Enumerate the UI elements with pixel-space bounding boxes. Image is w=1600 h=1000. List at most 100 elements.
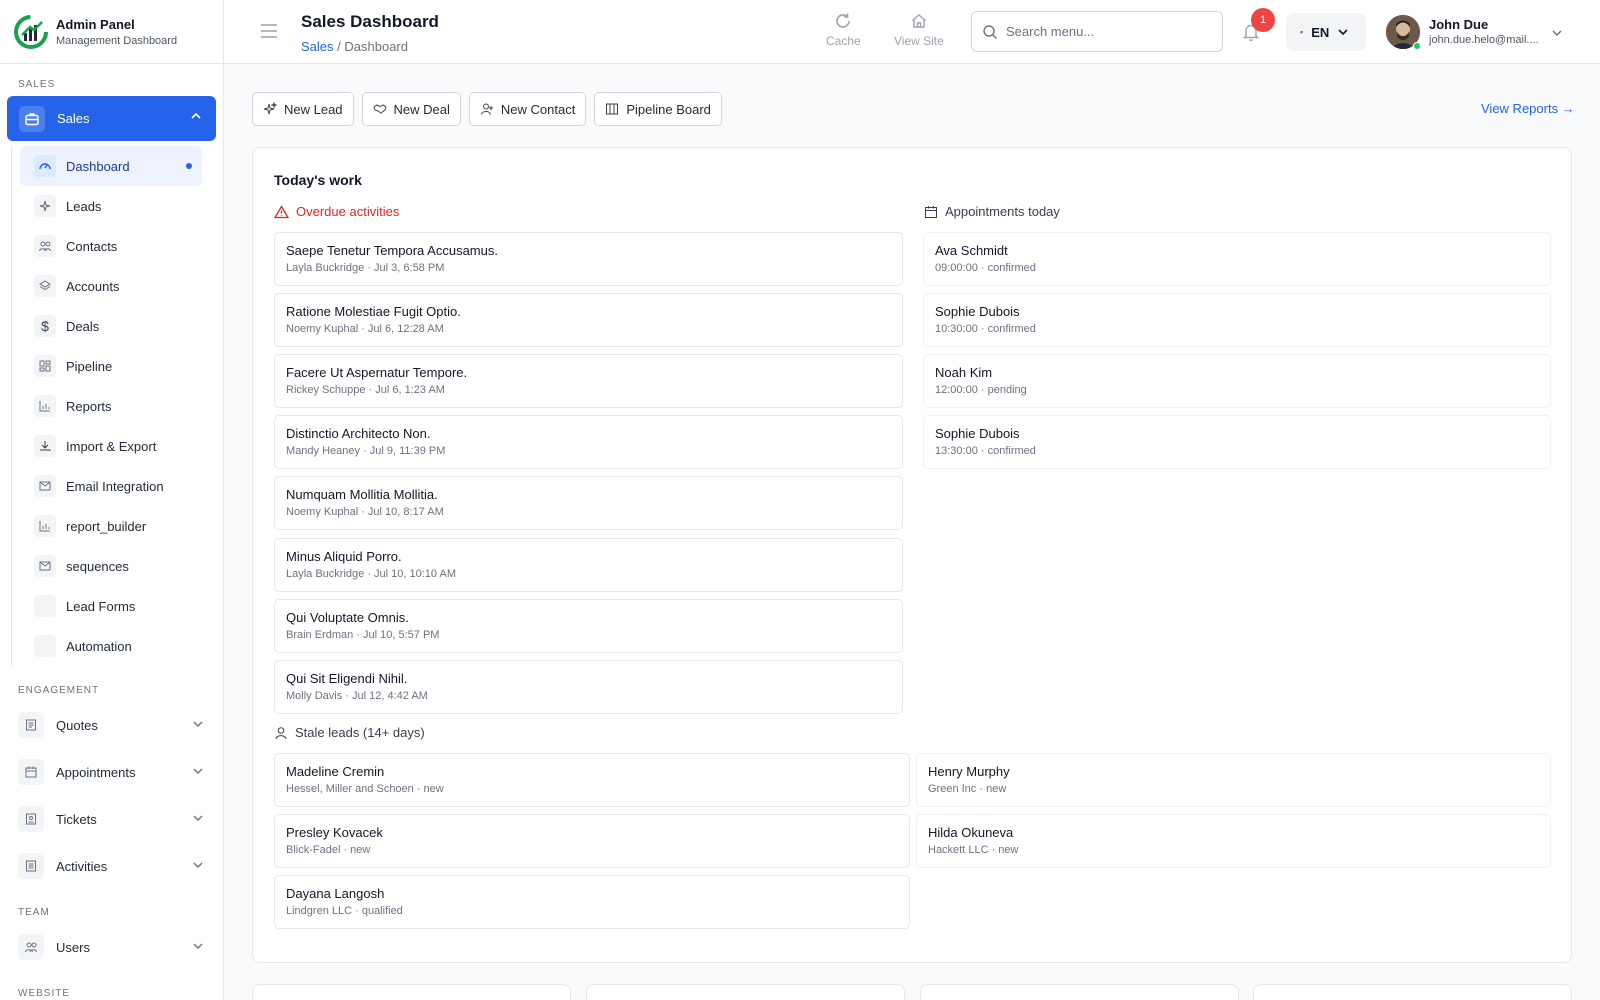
stat-card xyxy=(1253,984,1572,1000)
activity-meta: Molly Davis · Jul 12, 4:42 AM xyxy=(286,690,428,702)
quote-icon xyxy=(18,712,44,738)
sidebar-group-sales[interactable]: Sales xyxy=(7,96,216,141)
sidebar-item-reports[interactable]: Reports xyxy=(12,386,211,426)
sidebar-item-label: Dashboard xyxy=(66,158,130,174)
sidebar-item-automation[interactable]: Automation xyxy=(12,626,211,666)
sidebar-item-label: Import & Export xyxy=(66,438,157,454)
logo-icon xyxy=(14,14,48,49)
overdue-item[interactable]: Facere Ut Aspernatur Tempore. Rickey Sch… xyxy=(274,354,903,408)
appointment-meta: 12:00:00 · pending xyxy=(935,384,1027,396)
pipeline-board-button[interactable]: Pipeline Board xyxy=(594,92,722,126)
sidebar-item-accounts[interactable]: Accounts xyxy=(12,266,211,306)
sidebar-item-pipeline[interactable]: Pipeline xyxy=(12,346,211,386)
sidebar-item-label: Contacts xyxy=(66,238,118,254)
activity-title: Distinctio Architecto Non. xyxy=(286,426,431,441)
chevron-up-icon xyxy=(191,112,201,119)
sidebar-item-label: report_builder xyxy=(66,518,147,534)
sidebar-item-leads[interactable]: Leads xyxy=(12,186,211,226)
sidebar-item-label: Leads xyxy=(66,198,102,214)
user-plus-icon xyxy=(480,103,493,115)
appointment-item[interactable]: Sophie Dubois 10:30:00 · confirmed xyxy=(923,293,1551,347)
sidebar-item-email-integration[interactable]: Email Integration xyxy=(12,466,211,506)
stale-lead-item[interactable]: Henry Murphy Green Inc · new xyxy=(916,753,1551,807)
menu-icon[interactable] xyxy=(260,23,278,39)
overdue-item[interactable]: Minus Aliquid Porro. Layla Buckridge · J… xyxy=(274,538,903,592)
overdue-item[interactable]: Qui Sit Eligendi Nihil. Molly Davis · Ju… xyxy=(274,660,903,714)
stale-lead-item[interactable]: Hilda Okuneva Hackett LLC · new xyxy=(916,814,1551,868)
brand-title: Admin Panel xyxy=(56,16,135,32)
button-label: Pipeline Board xyxy=(626,101,711,117)
user-icon xyxy=(275,726,287,739)
chevron-down-icon[interactable] xyxy=(1550,26,1564,40)
new-deal-button[interactable]: New Deal xyxy=(361,92,461,126)
stat-card xyxy=(586,984,905,1000)
appointment-item[interactable]: Sophie Dubois 13:30:00 · confirmed xyxy=(923,415,1551,469)
appointments-heading: Appointments today xyxy=(924,204,1060,219)
overdue-item[interactable]: Numquam Mollitia Mollitia. Noemy Kuphal … xyxy=(274,476,903,530)
sidebar-item-label: Lead Forms xyxy=(66,598,136,614)
brand[interactable]: Admin Panel Management Dashboard xyxy=(0,0,223,64)
mail-icon xyxy=(34,555,56,577)
overdue-item[interactable]: Distinctio Architecto Non. Mandy Heaney … xyxy=(274,415,903,469)
users-icon xyxy=(18,934,44,960)
activity-title: Ratione Molestiae Fugit Optio. xyxy=(286,304,461,319)
appointment-meta: 09:00:00 · confirmed xyxy=(935,262,1036,274)
calendar-icon xyxy=(18,759,44,785)
new-lead-button[interactable]: New Lead xyxy=(252,92,354,126)
new-contact-button[interactable]: New Contact xyxy=(468,92,587,126)
overdue-item[interactable]: Saepe Tenetur Tempora Accusamus. Layla B… xyxy=(274,232,903,286)
sidebar-group-appointments[interactable]: Appointments xyxy=(18,752,208,792)
ticket-icon xyxy=(18,806,44,832)
appointment-name: Sophie Dubois xyxy=(935,426,1020,441)
search-box[interactable] xyxy=(971,11,1223,52)
stale-lead-item[interactable]: Dayana Langosh Lindgren LLC · qualified xyxy=(274,875,910,929)
language-select[interactable]: ▪ EN xyxy=(1286,13,1366,51)
card-title: Today's work xyxy=(274,172,362,188)
appointment-item[interactable]: Ava Schmidt 09:00:00 · confirmed xyxy=(923,232,1551,286)
sidebar-group-label: Activities xyxy=(56,858,108,874)
stale-lead-item[interactable]: Presley Kovacek Blick-Fadel · new xyxy=(274,814,910,868)
sidebar-item-label: Deals xyxy=(66,318,100,334)
activity-meta: Noemy Kuphal · Jul 6, 12:28 AM xyxy=(286,323,444,335)
sidebar-group-tickets[interactable]: Tickets xyxy=(18,799,208,839)
sidebar-group-activities[interactable]: Activities xyxy=(18,846,208,886)
view-reports-link[interactable]: View Reports → xyxy=(1481,101,1575,116)
sidebar-item-sequences[interactable]: sequences xyxy=(12,546,211,586)
chevron-down-icon xyxy=(193,721,203,727)
sidebar-group-label: Quotes xyxy=(56,717,98,733)
sidebar-item-label: Reports xyxy=(66,398,112,414)
top-header: Sales Dashboard Sales / Dashboard Cache … xyxy=(224,0,1600,64)
sidebar-item-contacts[interactable]: Contacts xyxy=(12,226,211,266)
sidebar-item-report-builder[interactable]: report_builder xyxy=(12,506,211,546)
chart-icon xyxy=(34,515,56,537)
columns-icon xyxy=(606,103,619,115)
search-input[interactable] xyxy=(1006,24,1206,39)
view-site-button[interactable]: View Site xyxy=(894,12,944,48)
online-indicator xyxy=(1413,42,1421,50)
briefcase-icon xyxy=(19,105,45,132)
sidebar-group-quotes[interactable]: Quotes xyxy=(18,705,208,745)
sidebar-group-label: Tickets xyxy=(56,811,97,827)
sidebar-item-deals[interactable]: $ Deals xyxy=(12,306,211,346)
activity-meta: Mandy Heaney · Jul 9, 11:39 PM xyxy=(286,445,446,457)
home-icon xyxy=(911,14,926,28)
section-label-website: WEBSITE xyxy=(18,988,71,999)
sidebar-item-label: Automation xyxy=(66,638,132,654)
overdue-item[interactable]: Ratione Molestiae Fugit Optio. Noemy Kup… xyxy=(274,293,903,347)
cache-button[interactable]: Cache xyxy=(826,12,861,48)
refresh-icon xyxy=(836,13,851,28)
button-label: New Deal xyxy=(393,101,450,117)
sidebar-item-import-export[interactable]: Import & Export xyxy=(12,426,211,466)
breadcrumb-sales[interactable]: Sales xyxy=(301,39,334,54)
sidebar-item-dashboard[interactable]: Dashboard xyxy=(20,146,202,186)
sidebar-group-users[interactable]: Users xyxy=(18,927,208,967)
appointment-item[interactable]: Noah Kim 12:00:00 · pending xyxy=(923,354,1551,408)
sidebar-item-lead-forms[interactable]: Lead Forms xyxy=(12,586,211,626)
activity-title: Saepe Tenetur Tempora Accusamus. xyxy=(286,243,498,258)
stale-title: Stale leads (14+ days) xyxy=(295,725,425,740)
dollar-icon: $ xyxy=(34,315,56,337)
overdue-item[interactable]: Qui Voluptate Omnis. Brain Erdman · Jul … xyxy=(274,599,903,653)
page-title: Sales Dashboard xyxy=(301,12,439,31)
stale-lead-item[interactable]: Madeline Cremin Hessel, Miller and Schoe… xyxy=(274,753,910,807)
lead-name: Madeline Cremin xyxy=(286,764,385,779)
